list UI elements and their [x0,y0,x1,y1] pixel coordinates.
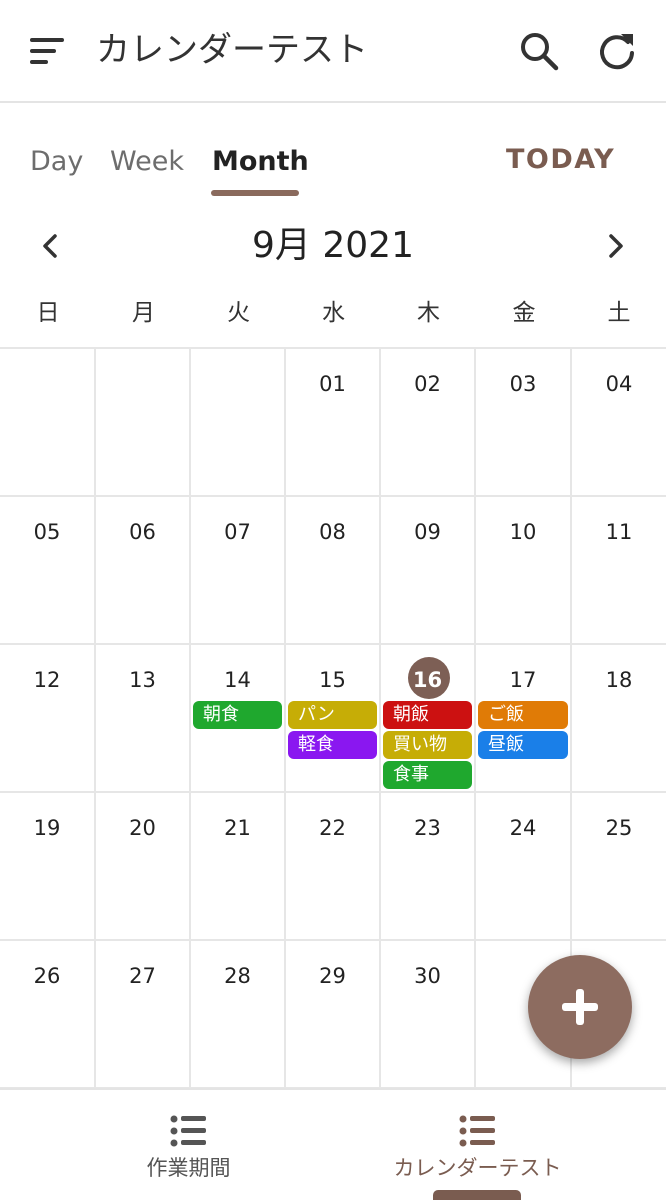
plus-icon [562,989,598,1025]
active-nav-indicator [433,1190,521,1200]
day-cell[interactable]: 24 [476,793,572,941]
event-chip[interactable]: 買い物 [383,731,472,759]
bottom-nav-label: カレンダーテスト [393,1156,562,1180]
day-number: 22 [319,816,346,840]
day-cell[interactable]: 22 [286,793,381,941]
day-number: 06 [129,520,156,544]
day-cell[interactable]: 30 [381,941,476,1089]
day-cell[interactable]: 25 [572,793,666,941]
list-icon [170,1115,206,1147]
bottom-navigation: 作業期間 カレンダーテスト [0,1088,666,1200]
event-chip[interactable]: 朝食 [193,701,282,729]
day-cell[interactable]: 18 [572,645,666,793]
list-icon [459,1115,495,1147]
day-number: 17 [509,668,537,692]
day-cell[interactable]: 01 [286,349,381,497]
day-cell[interactable] [96,349,191,497]
day-number: 09 [414,520,441,544]
bottom-nav-label: 作業期間 [146,1156,231,1180]
tab-week[interactable]: Week [110,142,184,182]
event-chip[interactable]: パン [288,701,377,729]
day-cell[interactable]: 26 [0,941,96,1089]
day-number: 02 [414,372,441,396]
month-navigation: 9月 2021 [0,214,666,278]
tab-month[interactable]: Month [212,142,309,182]
today-button[interactable]: TODAY [506,140,615,180]
day-cell[interactable]: 12 [0,645,96,793]
day-number: 23 [414,816,441,840]
event-chip[interactable]: ご飯 [478,701,568,729]
weekday-label: 土 [607,300,631,326]
day-number: 19 [33,816,61,840]
weekday-label: 木 [417,300,440,326]
day-cell[interactable]: 07 [191,497,286,645]
day-cell[interactable]: 05 [0,497,96,645]
app-bar: カレンダーテスト [0,0,666,103]
app-title: カレンダーテスト [96,30,368,70]
day-cell[interactable]: 02 [381,349,476,497]
day-cell[interactable]: 13 [96,645,191,793]
day-cell[interactable]: 06 [96,497,191,645]
day-number: 29 [319,964,346,988]
day-number: 30 [414,964,441,988]
day-number: 13 [129,668,156,692]
day-number: 18 [605,668,633,692]
weekday-label: 日 [36,300,60,326]
day-number: 11 [605,520,633,544]
day-number: 20 [129,816,156,840]
event-chip[interactable]: 食事 [383,761,472,789]
event-chip[interactable]: 軽食 [288,731,377,759]
day-number: 27 [129,964,156,988]
day-cell[interactable]: 23 [381,793,476,941]
event-chip[interactable]: 朝飯 [383,701,472,729]
refresh-icon[interactable] [594,28,640,74]
weekday-label: 月 [132,300,155,326]
day-cell[interactable]: 21 [191,793,286,941]
day-number: 24 [509,816,537,840]
day-cell[interactable]: 03 [476,349,572,497]
day-number: 12 [33,668,61,692]
tab-day[interactable]: Day [30,142,83,182]
bottom-nav-item-work-period[interactable]: 作業期間 [22,1090,355,1200]
day-number: 28 [224,964,251,988]
day-number: 04 [605,372,633,396]
day-cell[interactable]: 04 [572,349,666,497]
day-cell[interactable] [0,349,96,497]
weekday-label: 水 [322,300,345,326]
day-cell[interactable]: 29 [286,941,381,1089]
day-number: 21 [224,816,251,840]
day-cell[interactable]: 11 [572,497,666,645]
day-number: 07 [224,520,251,544]
day-number: 10 [509,520,537,544]
month-label: 9月 2021 [252,225,414,266]
day-cell[interactable]: 10 [476,497,572,645]
day-cell[interactable]: 19 [0,793,96,941]
weekday-header: 日月火水木金土 [0,290,666,338]
day-cell[interactable]: 08 [286,497,381,645]
day-number: 08 [319,520,346,544]
weekday-label: 火 [227,300,250,326]
day-cell[interactable]: 27 [96,941,191,1089]
chevron-right-icon[interactable] [596,226,636,266]
day-cell[interactable] [191,349,286,497]
day-number: 15 [319,668,346,692]
day-cell[interactable]: 09 [381,497,476,645]
day-number: 25 [605,816,633,840]
day-number: 03 [509,372,537,396]
day-cell[interactable]: 20 [96,793,191,941]
active-tab-indicator [211,190,299,196]
day-number: 05 [33,520,61,544]
day-number: 16 [412,668,443,692]
search-icon[interactable] [516,28,562,74]
add-event-button[interactable] [528,955,632,1059]
weekday-label: 金 [512,300,536,326]
view-tabs: Day Week Month TODAY [0,104,666,204]
menu-icon[interactable] [28,34,68,68]
bottom-nav-item-calendar-test[interactable]: カレンダーテスト [311,1090,644,1200]
day-number: 26 [33,964,61,988]
day-number: 14 [224,668,251,692]
day-cell[interactable]: 28 [191,941,286,1089]
event-chip[interactable]: 昼飯 [478,731,568,759]
day-number: 01 [319,372,346,396]
